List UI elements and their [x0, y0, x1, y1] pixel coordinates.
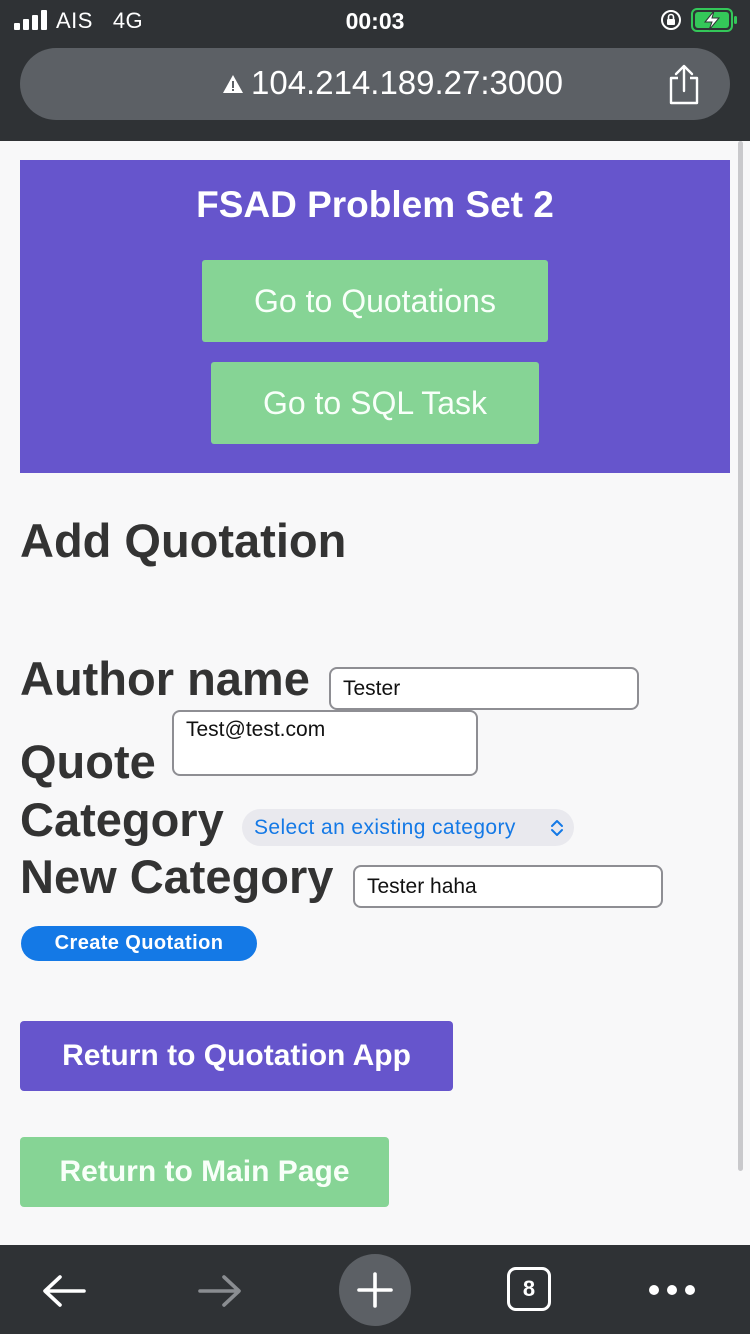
- browser-top-chrome: AIS 4G 00:03 104.214.189.27:3000: [0, 0, 750, 141]
- category-select[interactable]: Select an existing category: [242, 809, 574, 846]
- form-title: Add Quotation: [20, 514, 347, 567]
- url-text: 104.214.189.27:3000: [251, 64, 563, 101]
- warning-icon: [223, 75, 243, 93]
- quote-textarea[interactable]: Test@test.com: [172, 710, 478, 776]
- go-to-sql-task-button[interactable]: Go to SQL Task: [211, 362, 539, 444]
- new-category-label: New Category: [20, 850, 334, 903]
- author-input[interactable]: [329, 667, 639, 710]
- status-bar: AIS 4G 00:03: [0, 0, 750, 42]
- category-select-value: Select an existing category: [254, 816, 516, 839]
- go-to-quotations-button[interactable]: Go to Quotations: [202, 260, 548, 342]
- forward-arrow-icon[interactable]: [196, 1273, 244, 1309]
- web-page: FSAD Problem Set 2 Go to Quotations Go t…: [0, 141, 750, 1245]
- page-scrollbar[interactable]: [738, 141, 743, 1171]
- new-tab-button[interactable]: [339, 1254, 411, 1326]
- chevron-updown-icon: [551, 820, 563, 836]
- return-to-main-page-button[interactable]: Return to Main Page: [20, 1137, 389, 1207]
- new-category-input[interactable]: [353, 865, 663, 908]
- return-to-quotation-app-button[interactable]: Return to Quotation App: [20, 1021, 453, 1091]
- orientation-lock-icon: [661, 10, 681, 30]
- more-icon[interactable]: [648, 1283, 696, 1297]
- tabs-icon[interactable]: 8: [507, 1267, 551, 1311]
- author-label: Author name: [20, 652, 310, 705]
- page-title: FSAD Problem Set 2: [196, 184, 554, 225]
- status-time: 00:03: [345, 8, 405, 34]
- battery-icon: [691, 8, 737, 32]
- quote-label: Quote: [20, 735, 156, 788]
- back-arrow-icon[interactable]: [40, 1273, 88, 1309]
- plus-icon: [357, 1272, 393, 1308]
- share-icon[interactable]: [666, 64, 702, 106]
- category-label: Category: [20, 793, 224, 846]
- browser-toolbar: 8: [0, 1245, 750, 1334]
- page-header: FSAD Problem Set 2 Go to Quotations Go t…: [20, 160, 730, 473]
- create-quotation-button[interactable]: Create Quotation: [21, 926, 257, 961]
- url-bar[interactable]: 104.214.189.27:3000: [20, 48, 730, 120]
